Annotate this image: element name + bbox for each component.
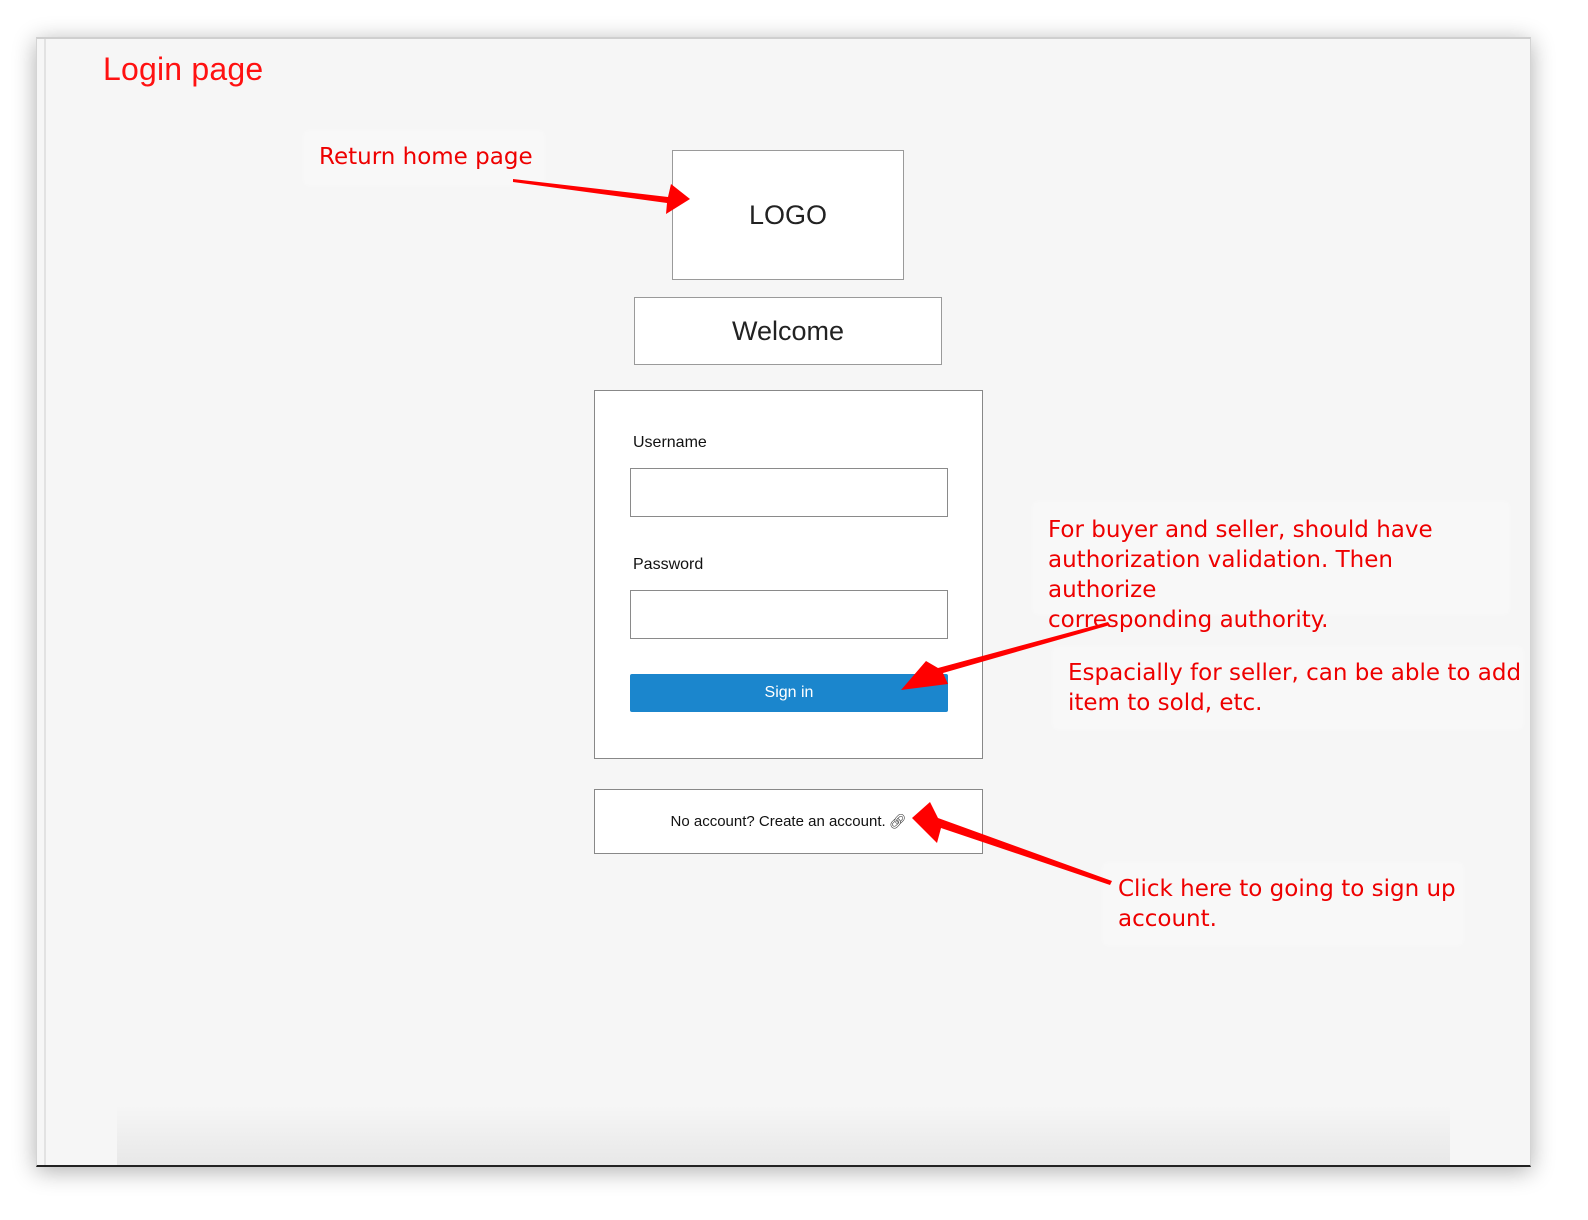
password-label: Password	[633, 556, 704, 573]
signup-prompt-box: No account? Create an account. 🔗︎	[594, 789, 983, 854]
create-account-text: No account? Create an account.	[670, 813, 886, 830]
annotation-seller: Espacially for seller, can be able to ad…	[1054, 648, 1522, 728]
link-icon: 🔗︎	[888, 813, 907, 829]
username-input[interactable]	[630, 468, 948, 517]
annotation-authorization: For buyer and seller, should have author…	[1034, 503, 1508, 633]
annotation-signup: Click here to going to sign up account.	[1104, 864, 1462, 944]
username-label: Username	[633, 434, 707, 451]
logo-home-link[interactable]: LOGO	[672, 150, 904, 280]
password-input[interactable]	[630, 590, 948, 639]
create-account-link[interactable]: No account? Create an account. 🔗︎	[671, 813, 907, 830]
sign-in-button[interactable]: Sign in	[630, 674, 948, 712]
annotation-return-home: Return home page	[305, 132, 543, 184]
page-title: Login page	[103, 51, 264, 87]
login-form: Username Password Sign in	[594, 390, 983, 759]
welcome-heading: Welcome	[634, 297, 942, 365]
